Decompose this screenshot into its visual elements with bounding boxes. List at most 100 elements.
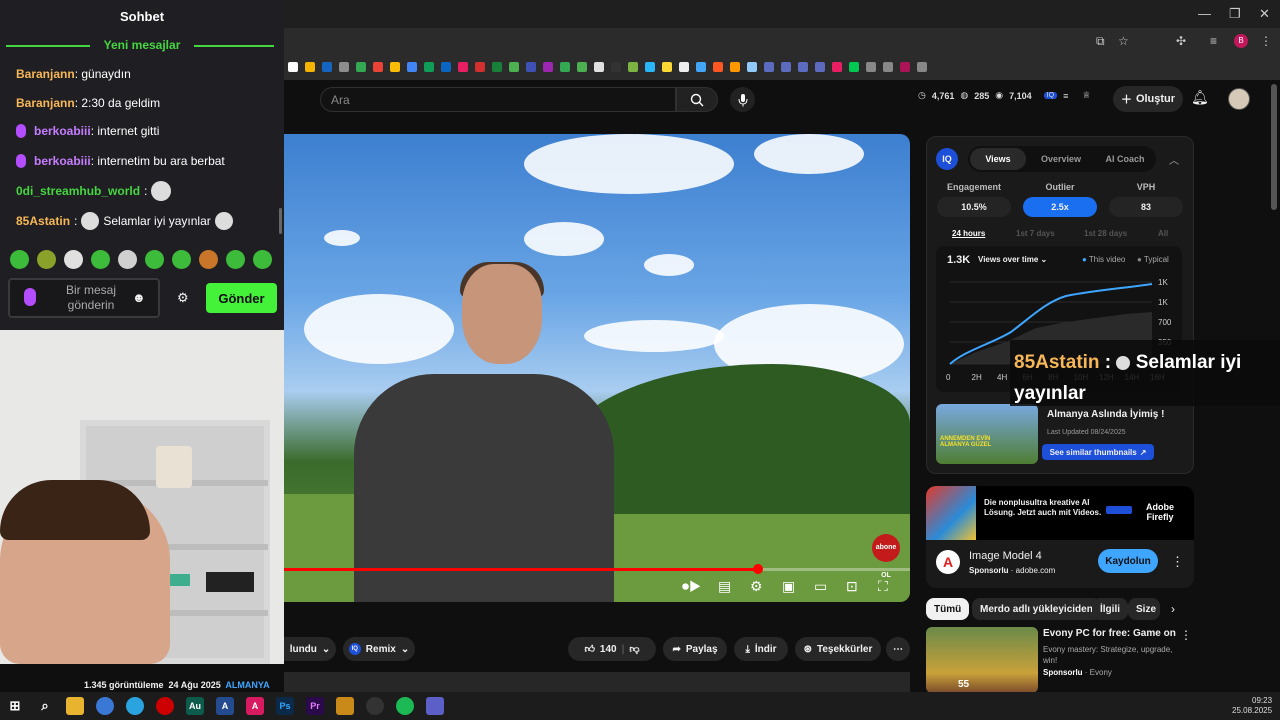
page-scrollbar[interactable] (1271, 84, 1277, 210)
subscribe-watermark[interactable]: abone OL (872, 534, 900, 579)
linkedin-icon[interactable] (441, 62, 451, 72)
menu-icon[interactable]: ⋮ (1260, 34, 1272, 48)
bookmark-icon[interactable] (407, 62, 417, 72)
docs-icon[interactable] (815, 62, 825, 72)
windows-start-icon[interactable]: ⊞ (6, 697, 24, 715)
chip-from-uploader[interactable]: Merdo adlı yükleyiciden (972, 598, 1101, 620)
app-icon[interactable] (336, 697, 354, 715)
acrobat-icon[interactable]: A (246, 697, 264, 715)
maps-icon[interactable] (509, 62, 519, 72)
ad-more-icon[interactable]: ⋮ (1171, 554, 1184, 570)
create-button[interactable]: ＋ Oluştur (1113, 86, 1183, 112)
bookmark-icon[interactable] (645, 62, 655, 72)
rec-thumbnail[interactable]: 55 (926, 627, 1038, 693)
subtitles-icon[interactable]: ▤ (718, 578, 731, 595)
scrubber-handle[interactable] (753, 564, 763, 574)
obs-icon[interactable] (366, 697, 384, 715)
microphone-icon[interactable] (24, 288, 36, 306)
tab-ai-coach[interactable]: AI Coach (1096, 148, 1154, 170)
chat-username[interactable]: Baranjann (16, 67, 75, 81)
chat-username[interactable]: berkoabiii (34, 154, 91, 168)
restore-icon[interactable]: ❐ (1229, 6, 1241, 22)
period-all[interactable]: All (1158, 229, 1168, 238)
bookmark-icon[interactable] (424, 62, 434, 72)
settings-gear-icon[interactable]: ⚙︎ (750, 578, 763, 595)
github-icon[interactable] (611, 62, 621, 72)
folder-icon[interactable] (917, 62, 927, 72)
iq-extension-icon[interactable]: IQ (1043, 92, 1058, 99)
drive-icon[interactable] (356, 62, 366, 72)
drive-icon[interactable] (560, 62, 570, 72)
docs-icon[interactable] (798, 62, 808, 72)
chip-related[interactable]: İlgili (1092, 598, 1128, 620)
chrome-icon[interactable] (96, 697, 114, 715)
chat-scrollbar[interactable] (279, 208, 282, 234)
sheets-icon[interactable] (492, 62, 502, 72)
bookmark-icon[interactable] (373, 62, 383, 72)
close-icon[interactable]: ✕ (1259, 6, 1270, 22)
bookmark-icon[interactable] (390, 62, 400, 72)
autoplay-toggle-icon[interactable]: ⏺︎▶︎ (682, 578, 702, 595)
chat-username[interactable]: 0di_streamhub_world (16, 184, 140, 198)
bookmark-icon[interactable] (730, 62, 740, 72)
bookmark-icon[interactable] (832, 62, 842, 72)
chat-settings-gear-icon[interactable]: ⚙︎ (177, 290, 189, 306)
ad-banner[interactable]: Die nonplusultra kreative AI Lösung. Jet… (926, 486, 1194, 540)
search-button[interactable] (676, 87, 718, 112)
bookmark-icon[interactable] (458, 62, 468, 72)
bookmark-icon[interactable] (322, 62, 332, 72)
similar-thumbnails-button[interactable]: See similar thumbnails ↗ (1042, 444, 1154, 460)
cast-icon[interactable]: ⊡ (846, 578, 858, 595)
emote-icon[interactable] (253, 250, 272, 269)
chip-all[interactable]: Tümü (926, 598, 970, 620)
notifications-bell-icon[interactable]: 🔔︎ (1191, 89, 1209, 106)
file-explorer-icon[interactable] (66, 697, 84, 715)
folder-icon[interactable] (339, 62, 349, 72)
teams-icon[interactable] (426, 697, 444, 715)
period-7d[interactable]: 1st 7 days (1016, 229, 1055, 238)
bookmark-icon[interactable] (475, 62, 485, 72)
emote-icon[interactable] (91, 250, 110, 269)
like-count[interactable]: 140 (600, 644, 617, 655)
photoshop-icon[interactable]: Ps (276, 697, 294, 715)
description-box[interactable] (284, 672, 910, 692)
tab-overview[interactable]: Overview (1032, 148, 1090, 170)
bookmark-icon[interactable] (662, 62, 672, 72)
emote-icon[interactable] (10, 250, 29, 269)
media-icon[interactable]: ≡ (1210, 34, 1217, 48)
bookmark-icon[interactable] (696, 62, 706, 72)
fullscreen-icon[interactable]: ⛶ (878, 578, 888, 595)
docs-icon[interactable] (781, 62, 791, 72)
folder-icon[interactable] (883, 62, 893, 72)
miniplayer-icon[interactable]: ▣ (782, 578, 795, 595)
audition-icon[interactable]: Au (186, 697, 204, 715)
avatar[interactable] (1228, 88, 1250, 110)
emote-icon[interactable] (199, 250, 218, 269)
bookmark-icon[interactable] (288, 62, 298, 72)
remix-button[interactable]: IQ Remix ⌄ (343, 637, 415, 661)
spotify-icon[interactable] (396, 697, 414, 715)
thumbs-down-icon[interactable]: 👎︎ (629, 643, 639, 655)
tab-views[interactable]: Views (970, 148, 1026, 170)
emote-icon[interactable] (145, 250, 164, 269)
star-icon[interactable]: ☆ (1118, 34, 1129, 48)
progress-bar[interactable] (284, 568, 910, 571)
bookmark-icon[interactable] (849, 62, 859, 72)
bookmark-icon[interactable] (543, 62, 553, 72)
bookmark-icon[interactable] (577, 62, 587, 72)
thanks-button[interactable]: ⊛ Teşekkürler (795, 637, 881, 661)
telegram-icon[interactable] (126, 697, 144, 715)
bookmark-icon[interactable] (628, 62, 638, 72)
emote-icon[interactable] (172, 250, 191, 269)
chat-username[interactable]: berkoabiii (34, 124, 91, 138)
chip-for-you[interactable]: Size (1128, 598, 1160, 620)
emote-icon[interactable] (226, 250, 245, 269)
search-input[interactable]: Ara (320, 87, 676, 112)
send-button[interactable]: Gönder (206, 283, 277, 313)
docs-icon[interactable] (764, 62, 774, 72)
location-link[interactable]: ALMANYA (225, 680, 269, 690)
emote-icon[interactable] (118, 250, 137, 269)
rec-more-icon[interactable]: ⋮ (1180, 628, 1192, 642)
emote-icon[interactable] (37, 250, 56, 269)
list-icon[interactable]: ≡ (1063, 91, 1068, 101)
